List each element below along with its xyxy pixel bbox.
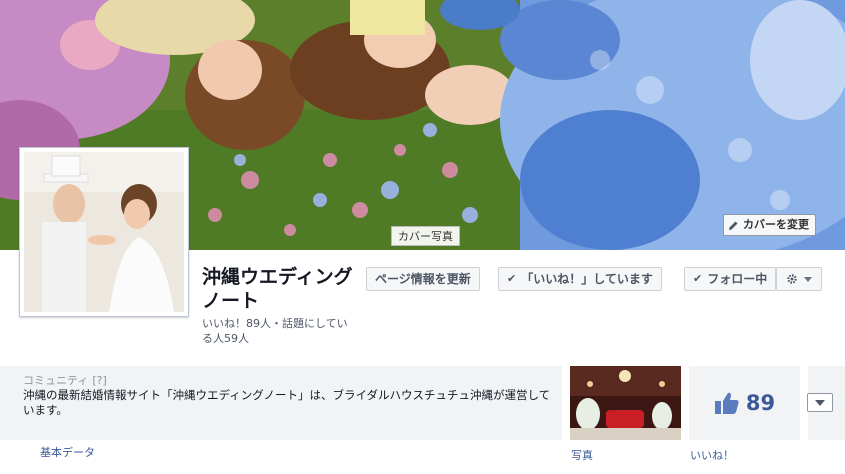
page-category: コミュニティ [?] [23,372,107,388]
page-title[interactable]: 沖縄ウエディングノート [202,265,362,313]
change-cover-button[interactable]: カバーを変更 [723,214,816,236]
change-cover-label: カバーを変更 [743,218,809,231]
update-page-info-label: ページ情報を更新 [375,272,471,286]
page-category-label: コミュニティ [23,374,89,387]
help-link[interactable]: [?] [92,374,106,387]
profile-picture-image [24,152,184,312]
liked-label: 「いいね！」しています [521,272,653,286]
following-button[interactable]: ✔ フォロー中 [684,267,777,291]
expand-apps-button[interactable] [807,393,833,412]
chevron-down-icon [815,399,825,406]
likes-box[interactable]: 89 [689,366,800,440]
likes-count: 89 [745,391,776,415]
page-description: 沖縄の最新結婚情報サイト「沖縄ウエディングノート」は、ブライダルハウスチュチュ沖… [23,388,551,417]
photos-thumbnail[interactable] [570,366,681,440]
tab-photos[interactable]: 写真 [571,447,593,463]
about-section[interactable]: コミュニティ [?] 沖縄の最新結婚情報サイト「沖縄ウエディングノート」は、ブライ… [0,366,562,440]
liked-button[interactable]: ✔ 「いいね！」しています [498,267,662,291]
page-stats: いいね！89人・話題にしている人59人 [202,317,348,345]
following-label: フォロー中 [707,272,768,286]
profile-picture[interactable] [19,147,189,317]
check-icon: ✔ [507,272,517,285]
tab-about[interactable]: 基本データ [40,444,95,460]
gear-icon [787,274,797,284]
check-icon: ✔ [693,272,703,285]
chevron-down-icon [804,276,812,282]
thumbs-up-icon [714,392,739,414]
photos-thumbnail-image [570,366,681,440]
pencil-icon [729,221,738,230]
cover-photo-tooltip: カバー写真 [391,226,460,246]
page-settings-button[interactable] [776,267,822,291]
tab-likes[interactable]: いいね！ [690,447,734,463]
update-page-info-button[interactable]: ページ情報を更新 [366,267,480,291]
